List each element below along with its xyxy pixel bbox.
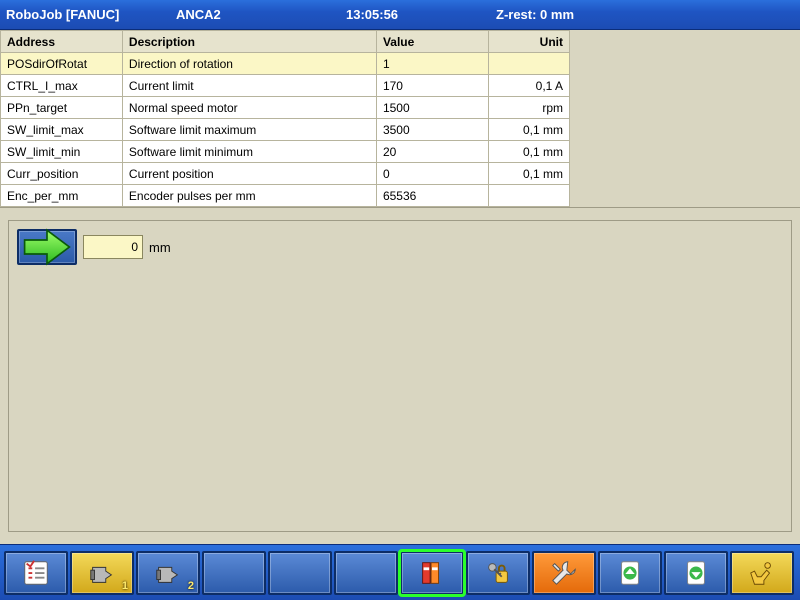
cell-description: Encoder pulses per mm [122,185,376,207]
z-rest: Z-rest: 0 mm [496,7,574,22]
cell-address: Curr_position [1,163,123,185]
value-input[interactable] [83,235,143,259]
table-row[interactable]: Enc_per_mmEncoder pulses per mm65536 [1,185,570,207]
table-row[interactable]: PPn_targetNormal speed motor1500rpm [1,97,570,119]
clock: 13:05:56 [346,7,496,22]
badge: 2 [188,580,194,592]
machine-name: ANCA2 [176,7,346,22]
cell-address: SW_limit_max [1,119,123,141]
cell-address: CTRL_I_max [1,75,123,97]
cell-description: Current limit [122,75,376,97]
cell-unit: 0,1 mm [488,119,569,141]
manual-button[interactable] [400,551,464,595]
col-address: Address [1,31,123,53]
cell-unit: 0,1 mm [488,163,569,185]
page-down-button[interactable] [664,551,728,595]
cell-address: PPn_target [1,97,123,119]
checklist-icon [21,558,51,588]
empty-slot-6[interactable] [334,551,398,595]
empty-slot-5[interactable] [268,551,332,595]
gripper-icon [153,558,183,588]
cell-address: SW_limit_min [1,141,123,163]
gripper-2-button[interactable]: 2 [136,551,200,595]
page-down-icon [681,558,711,588]
value-unit: mm [149,240,171,255]
app-title: RoboJob [FANUC] [6,7,176,22]
cell-description: Current position [122,163,376,185]
tools-button[interactable] [532,551,596,595]
cell-address: POSdirOfRotat [1,53,123,75]
parameter-table[interactable]: Address Description Value Unit POSdirOfR… [0,30,570,207]
cell-unit [488,185,569,207]
security-button[interactable] [466,551,530,595]
cell-unit: 0,1 mm [488,141,569,163]
cell-unit: rpm [488,97,569,119]
page-up-button[interactable] [598,551,662,595]
keylock-icon [483,558,513,588]
checklist-button[interactable] [4,551,68,595]
apply-button[interactable] [17,229,77,265]
title-bar: RoboJob [FANUC] ANCA2 13:05:56 Z-rest: 0… [0,0,800,30]
cell-value: 20 [376,141,488,163]
arrow-right-icon [19,226,75,268]
table-row[interactable]: Curr_positionCurrent position00,1 mm [1,163,570,185]
cell-description: Software limit maximum [122,119,376,141]
cell-unit [488,53,569,75]
cell-value: 170 [376,75,488,97]
col-value: Value [376,31,488,53]
table-row[interactable]: CTRL_I_maxCurrent limit1700,1 A [1,75,570,97]
cell-description: Software limit minimum [122,141,376,163]
col-unit: Unit [488,31,569,53]
col-description: Description [122,31,376,53]
page-up-icon [615,558,645,588]
value-entry-row: mm [17,229,783,265]
cell-description: Normal speed motor [122,97,376,119]
cell-unit: 0,1 A [488,75,569,97]
content-area: mm [0,208,800,544]
cell-value: 3500 [376,119,488,141]
cell-value: 65536 [376,185,488,207]
parameter-table-wrap: Address Description Value Unit POSdirOfR… [0,30,800,208]
robot-icon [747,558,777,588]
bottom-toolbar: 12 [0,544,800,600]
cell-value: 0 [376,163,488,185]
gripper-icon [87,558,117,588]
table-header-row: Address Description Value Unit [1,31,570,53]
empty-slot-4[interactable] [202,551,266,595]
cell-description: Direction of rotation [122,53,376,75]
table-row[interactable]: SW_limit_maxSoftware limit maximum35000,… [1,119,570,141]
robot-button[interactable] [730,551,794,595]
table-row[interactable]: SW_limit_minSoftware limit minimum200,1 … [1,141,570,163]
cell-address: Enc_per_mm [1,185,123,207]
wrench-icon [549,558,579,588]
badge: 1 [122,580,128,592]
books-icon [417,558,447,588]
cell-value: 1500 [376,97,488,119]
gripper-1-button[interactable]: 1 [70,551,134,595]
content-inner: mm [8,220,792,532]
cell-value: 1 [376,53,488,75]
table-row[interactable]: POSdirOfRotatDirection of rotation1 [1,53,570,75]
